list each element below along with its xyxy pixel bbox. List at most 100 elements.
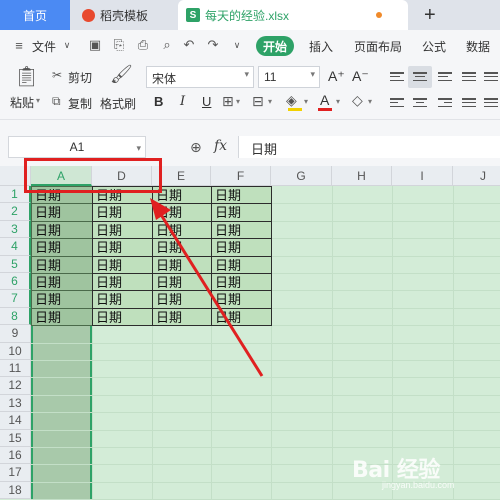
row-header-18[interactable]: 18 bbox=[0, 481, 31, 500]
cell-a4[interactable]: 日期 bbox=[31, 238, 93, 257]
column-header-i[interactable]: I bbox=[392, 166, 453, 186]
cell-e2[interactable]: 日期 bbox=[152, 203, 212, 222]
zoom-icon[interactable]: ⊕ bbox=[190, 139, 202, 156]
align-left-icon[interactable] bbox=[390, 98, 404, 110]
undo-icon[interactable]: ↶ bbox=[182, 38, 196, 52]
cell-e6[interactable]: 日期 bbox=[152, 273, 212, 292]
formula-input[interactable]: 日期 bbox=[238, 136, 500, 158]
row-header-2[interactable]: 2 bbox=[0, 203, 31, 221]
align-fill-icon[interactable] bbox=[462, 98, 476, 110]
font-size-select[interactable]: 11 ▾ bbox=[258, 66, 320, 88]
cell-a3[interactable]: 日期 bbox=[31, 220, 93, 240]
quick-access-more-icon[interactable]: ∨ bbox=[230, 38, 244, 52]
cell-f2[interactable]: 日期 bbox=[211, 203, 272, 222]
fx-icon[interactable]: fx bbox=[214, 138, 227, 154]
column-header-j[interactable]: J bbox=[453, 166, 500, 186]
row-header-15[interactable]: 15 bbox=[0, 429, 31, 447]
chevron-down-icon[interactable]: ▾ bbox=[236, 97, 240, 106]
cell-f8[interactable]: 日期 bbox=[211, 307, 272, 327]
cell-e3[interactable]: 日期 bbox=[152, 220, 212, 240]
redo-icon[interactable]: ↷ bbox=[206, 38, 220, 52]
chevron-down-icon[interactable]: ▾ bbox=[136, 138, 141, 158]
row-header-7[interactable]: 7 bbox=[0, 290, 31, 308]
shrink-font-icon[interactable]: A⁻ bbox=[352, 68, 369, 85]
menu-insert[interactable]: 插入 bbox=[309, 38, 333, 55]
row-header-16[interactable]: 16 bbox=[0, 447, 31, 465]
font-name-select[interactable]: 宋体 ▾ bbox=[146, 66, 254, 88]
cell-e5[interactable]: 日期 bbox=[152, 255, 212, 274]
row-header-5[interactable]: 5 bbox=[0, 255, 31, 273]
align-right-icon[interactable] bbox=[438, 98, 452, 110]
name-box[interactable]: A1 ▾ bbox=[8, 136, 146, 158]
menu-file[interactable]: 文件 bbox=[32, 38, 56, 55]
tab-workbook[interactable]: S 每天的经验.xlsx bbox=[178, 0, 408, 30]
export-icon[interactable]: ⎘ bbox=[112, 38, 126, 52]
border-icon[interactable]: ⊞ bbox=[222, 93, 234, 110]
cell-f4[interactable]: 日期 bbox=[211, 238, 272, 257]
cell-f6[interactable]: 日期 bbox=[211, 273, 272, 292]
new-tab-icon[interactable]: + bbox=[424, 4, 436, 27]
spreadsheet-grid[interactable]: A D E F G H I J 1 2 3 4 5 6 7 8 9 10 11 12 13 14 15 16 17 18 日期 日期日… bbox=[0, 166, 500, 500]
font-color-icon[interactable]: A bbox=[320, 92, 329, 108]
cell-d2[interactable]: 日期 bbox=[92, 203, 153, 222]
column-header-h[interactable]: H bbox=[332, 166, 392, 186]
align-justify-icon[interactable] bbox=[462, 72, 476, 84]
italic-button[interactable]: I bbox=[180, 94, 185, 109]
grow-font-icon[interactable]: A⁺ bbox=[328, 68, 345, 85]
cell-a2[interactable]: 日期 bbox=[31, 203, 93, 222]
underline-button[interactable]: U bbox=[202, 94, 211, 109]
row-header-6[interactable]: 6 bbox=[0, 273, 31, 291]
tab-home[interactable]: 首页 bbox=[0, 0, 70, 30]
paste-dropdown-icon[interactable]: ▾ bbox=[36, 96, 40, 105]
print-preview-icon[interactable]: ⌕ bbox=[160, 38, 174, 52]
cell-e7[interactable]: 日期 bbox=[152, 290, 212, 309]
align-bottom-icon[interactable] bbox=[438, 72, 452, 84]
cell-a7[interactable]: 日期 bbox=[31, 290, 93, 309]
cell-d6[interactable]: 日期 bbox=[92, 273, 153, 292]
row-header-9[interactable]: 9 bbox=[0, 325, 31, 343]
tab-daoke-templates[interactable]: 稻壳模板 bbox=[70, 0, 178, 30]
align-middle-icon[interactable] bbox=[413, 72, 427, 84]
save-icon[interactable]: ▣ bbox=[88, 38, 102, 52]
bold-button[interactable]: B bbox=[154, 94, 163, 109]
row-header-12[interactable]: 12 bbox=[0, 377, 31, 395]
fill-color-icon[interactable]: ◈ bbox=[286, 92, 297, 109]
cell-d3[interactable]: 日期 bbox=[92, 220, 153, 240]
row-header-4[interactable]: 4 bbox=[0, 238, 31, 256]
cell-d7[interactable]: 日期 bbox=[92, 290, 153, 309]
chevron-down-icon[interactable]: ▾ bbox=[304, 97, 308, 106]
cell-d5[interactable]: 日期 bbox=[92, 255, 153, 274]
hamburger-menu-icon[interactable]: ≡ bbox=[12, 39, 26, 53]
menu-page-layout[interactable]: 页面布局 bbox=[354, 38, 402, 55]
cell-f5[interactable]: 日期 bbox=[211, 255, 272, 274]
print-icon[interactable]: ⎙ bbox=[136, 38, 150, 52]
merge-cells-icon[interactable]: ⊟ bbox=[252, 93, 264, 110]
cell-d8[interactable]: 日期 bbox=[92, 307, 153, 327]
row-header-3[interactable]: 3 bbox=[0, 220, 31, 239]
column-header-g[interactable]: G bbox=[271, 166, 332, 186]
cell-a8[interactable]: 日期 bbox=[31, 307, 93, 327]
align-distribute-icon[interactable] bbox=[484, 72, 498, 84]
cell-e4[interactable]: 日期 bbox=[152, 238, 212, 257]
align-center-icon[interactable] bbox=[413, 98, 427, 110]
align-top-icon[interactable] bbox=[390, 72, 404, 84]
row-header-8[interactable]: 8 bbox=[0, 307, 31, 326]
cell-f1[interactable]: 日期 bbox=[211, 186, 272, 205]
cell-a6[interactable]: 日期 bbox=[31, 273, 93, 292]
row-header-10[interactable]: 10 bbox=[0, 342, 31, 360]
cell-f7[interactable]: 日期 bbox=[211, 290, 272, 309]
menu-data[interactable]: 数据 bbox=[466, 38, 490, 55]
row-header-11[interactable]: 11 bbox=[0, 360, 31, 378]
row-header-17[interactable]: 17 bbox=[0, 464, 31, 482]
chevron-down-icon[interactable]: ▾ bbox=[336, 97, 340, 106]
row-header-13[interactable]: 13 bbox=[0, 394, 31, 413]
chevron-down-icon[interactable]: ∨ bbox=[60, 38, 74, 52]
cell-d4[interactable]: 日期 bbox=[92, 238, 153, 257]
menu-formula[interactable]: 公式 bbox=[422, 38, 446, 55]
cell-a5[interactable]: 日期 bbox=[31, 255, 93, 274]
chevron-down-icon[interactable]: ▾ bbox=[268, 97, 272, 106]
cell-e8[interactable]: 日期 bbox=[152, 307, 212, 327]
menu-start[interactable]: 开始 bbox=[256, 36, 294, 56]
clear-format-icon[interactable]: ◇ bbox=[352, 92, 363, 109]
row-header-14[interactable]: 14 bbox=[0, 412, 31, 430]
